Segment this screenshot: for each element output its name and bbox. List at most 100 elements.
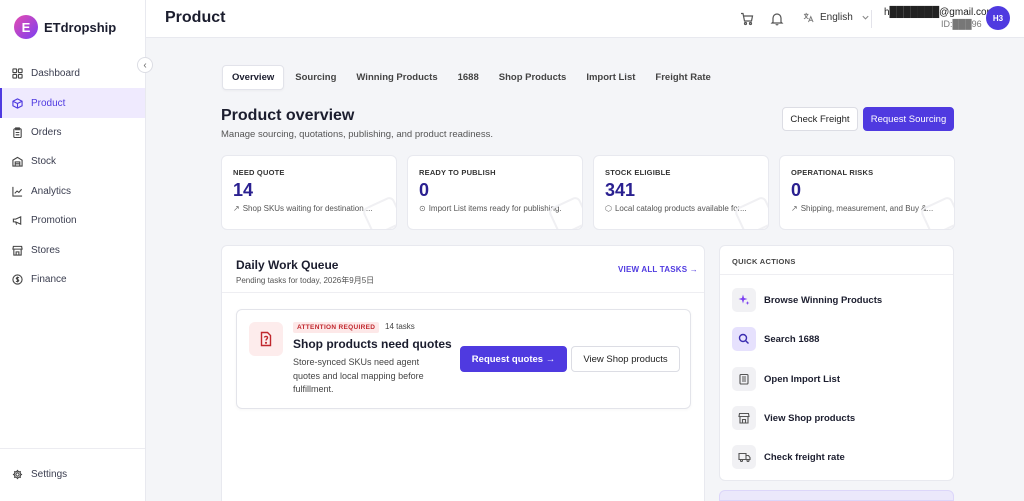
sidebar-nav: Dashboard Product Orders Stock Analytics…	[0, 59, 145, 294]
truck-icon	[732, 445, 756, 469]
store-icon	[11, 244, 24, 257]
document-alert-icon	[249, 322, 283, 356]
sidebar-item-stores[interactable]: Stores	[0, 235, 145, 264]
sidebar-item-stock[interactable]: Stock	[0, 147, 145, 176]
list-icon	[732, 367, 756, 391]
quick-action-label: Search 1688	[764, 333, 820, 345]
header-divider	[871, 10, 872, 28]
quick-action-search-1688[interactable]: Search 1688	[732, 326, 942, 352]
sidebar-divider	[0, 448, 145, 449]
quick-action-label: Open Import List	[764, 373, 840, 385]
chevron-left-icon: ‹	[143, 59, 147, 71]
stat-card-ready-to-publish[interactable]: READY TO PUBLISH 0 ⊙ Import List items re…	[407, 155, 583, 230]
trend-icon: ↗	[233, 204, 240, 213]
quick-action-label: View Shop products	[764, 412, 856, 424]
sparkle-icon	[732, 288, 756, 312]
tab-winning-products[interactable]: Winning Products	[347, 66, 446, 89]
quick-action-label: Browse Winning Products	[764, 294, 883, 306]
sidebar-item-analytics[interactable]: Analytics	[0, 177, 145, 206]
cart-icon[interactable]	[740, 12, 754, 26]
view-all-tasks-link[interactable]: VIEW ALL TASKS →	[618, 265, 698, 274]
sidebar-item-label: Dashboard	[31, 68, 80, 80]
sidebar-collapse-button[interactable]: ‹	[137, 57, 153, 73]
sidebar-item-finance[interactable]: Finance	[0, 265, 145, 294]
daily-work-queue: Daily Work Queue Pending tasks for today…	[221, 245, 705, 501]
sidebar-item-label: Analytics	[31, 185, 72, 197]
box-icon	[11, 97, 24, 110]
panel-peek	[719, 490, 954, 501]
queue-title: Daily Work Queue	[236, 258, 339, 272]
view-shop-products-button[interactable]: View Shop products	[571, 346, 680, 372]
overview-title: Product overview	[221, 107, 355, 124]
language-select[interactable]: English	[803, 12, 870, 23]
quick-action-open-import-list[interactable]: Open Import List	[732, 366, 942, 392]
sidebar-item-orders[interactable]: Orders	[0, 118, 145, 147]
sidebar-item-settings[interactable]: Settings	[0, 460, 145, 489]
tab-import-list[interactable]: Import List	[577, 66, 644, 89]
sidebar-item-dashboard[interactable]: Dashboard	[0, 59, 145, 88]
stat-value: 0	[791, 180, 802, 200]
dashboard-icon	[11, 67, 24, 80]
chart-icon	[11, 185, 24, 198]
page-title: Product	[165, 9, 226, 26]
sidebar-item-product[interactable]: Product	[0, 88, 145, 118]
tab-freight-rate[interactable]: Freight Rate	[646, 66, 719, 89]
attention-badge: ATTENTION REQUIRED	[293, 322, 380, 333]
sidebar: E ETdropship Dashboard Product Orders St…	[0, 0, 146, 501]
clipboard-icon	[11, 126, 24, 139]
stat-label: NEED QUOTE	[233, 168, 285, 177]
stat-value: 14	[233, 180, 254, 200]
overview-subtitle: Manage sourcing, quotations, publishing,…	[221, 129, 493, 140]
quick-actions-panel: QUICK ACTIONS Browse Winning Products Se…	[719, 245, 954, 481]
tab-overview[interactable]: Overview	[222, 64, 285, 90]
avatar[interactable]: H3	[986, 6, 1010, 30]
top-header: Product English h███████@gmail.com ID:██…	[146, 0, 1024, 38]
request-quotes-button[interactable]: Request quotes →	[460, 346, 567, 372]
sidebar-item-label: Promotion	[31, 215, 77, 227]
tab-shop-products[interactable]: Shop Products	[490, 66, 576, 89]
task-card: ATTENTION REQUIRED 14 tasks Shop product…	[236, 309, 691, 409]
stat-label: OPERATIONAL RISKS	[791, 168, 874, 177]
dollar-icon	[11, 273, 24, 286]
check-freight-button[interactable]: Check Freight	[782, 107, 858, 131]
stat-description-text: Local catalog products available for...	[614, 204, 747, 213]
divider	[222, 292, 704, 293]
trend-icon: ↗	[791, 204, 798, 213]
stat-card-stock-eligible[interactable]: STOCK ELIGIBLE 341 ⬡ Local catalog produc…	[593, 155, 769, 230]
request-sourcing-button[interactable]: Request Sourcing	[863, 107, 954, 131]
quick-action-check-freight-rate[interactable]: Check freight rate	[732, 444, 942, 470]
gear-icon	[11, 468, 24, 481]
warehouse-icon	[11, 155, 24, 168]
search-icon	[732, 327, 756, 351]
tab-sourcing[interactable]: Sourcing	[286, 66, 345, 89]
stat-label: STOCK ELIGIBLE	[605, 168, 671, 177]
stat-value: 341	[605, 180, 636, 200]
stat-card-need-quote[interactable]: NEED QUOTE 14 ↗ Shop SKUs waiting for des…	[221, 155, 397, 230]
sidebar-item-label: Stores	[31, 244, 60, 256]
cube-icon: ⬡	[605, 204, 612, 213]
megaphone-icon	[11, 214, 24, 227]
stat-description-text: Import List items ready for publishing.	[428, 204, 562, 213]
logo-icon: E	[14, 15, 38, 39]
divider	[720, 274, 953, 275]
quick-action-browse-winning-products[interactable]: Browse Winning Products	[732, 287, 942, 313]
queue-subtitle: Pending tasks for today, 2026年9月5日	[236, 276, 375, 285]
task-description: Store-synced SKUs need agent quotes and …	[293, 357, 424, 394]
stat-description-text: Shop SKUs waiting for destination ...	[242, 204, 373, 213]
app-logo[interactable]: E ETdropship	[0, 0, 145, 54]
app-name: ETdropship	[44, 19, 117, 35]
product-tabs: Overview Sourcing Winning Products 1688 …	[222, 64, 722, 90]
bell-icon[interactable]	[770, 12, 784, 26]
quick-actions-title: QUICK ACTIONS	[732, 257, 796, 266]
language-label: English	[820, 12, 853, 23]
tab-1688[interactable]: 1688	[449, 66, 488, 89]
task-count: 14 tasks	[385, 322, 415, 331]
stat-label: READY TO PUBLISH	[419, 168, 496, 177]
sidebar-item-promotion[interactable]: Promotion	[0, 206, 145, 235]
stat-description-text: Shipping, measurement, and Buy &...	[800, 204, 934, 213]
check-circle-icon: ⊙	[419, 204, 426, 213]
quick-action-view-shop-products[interactable]: View Shop products	[732, 405, 942, 431]
stat-card-operational-risks[interactable]: OPERATIONAL RISKS 0 ↗ Shipping, measureme…	[779, 155, 955, 230]
sidebar-item-label: Stock	[31, 156, 57, 168]
sidebar-item-label: Settings	[31, 468, 68, 480]
